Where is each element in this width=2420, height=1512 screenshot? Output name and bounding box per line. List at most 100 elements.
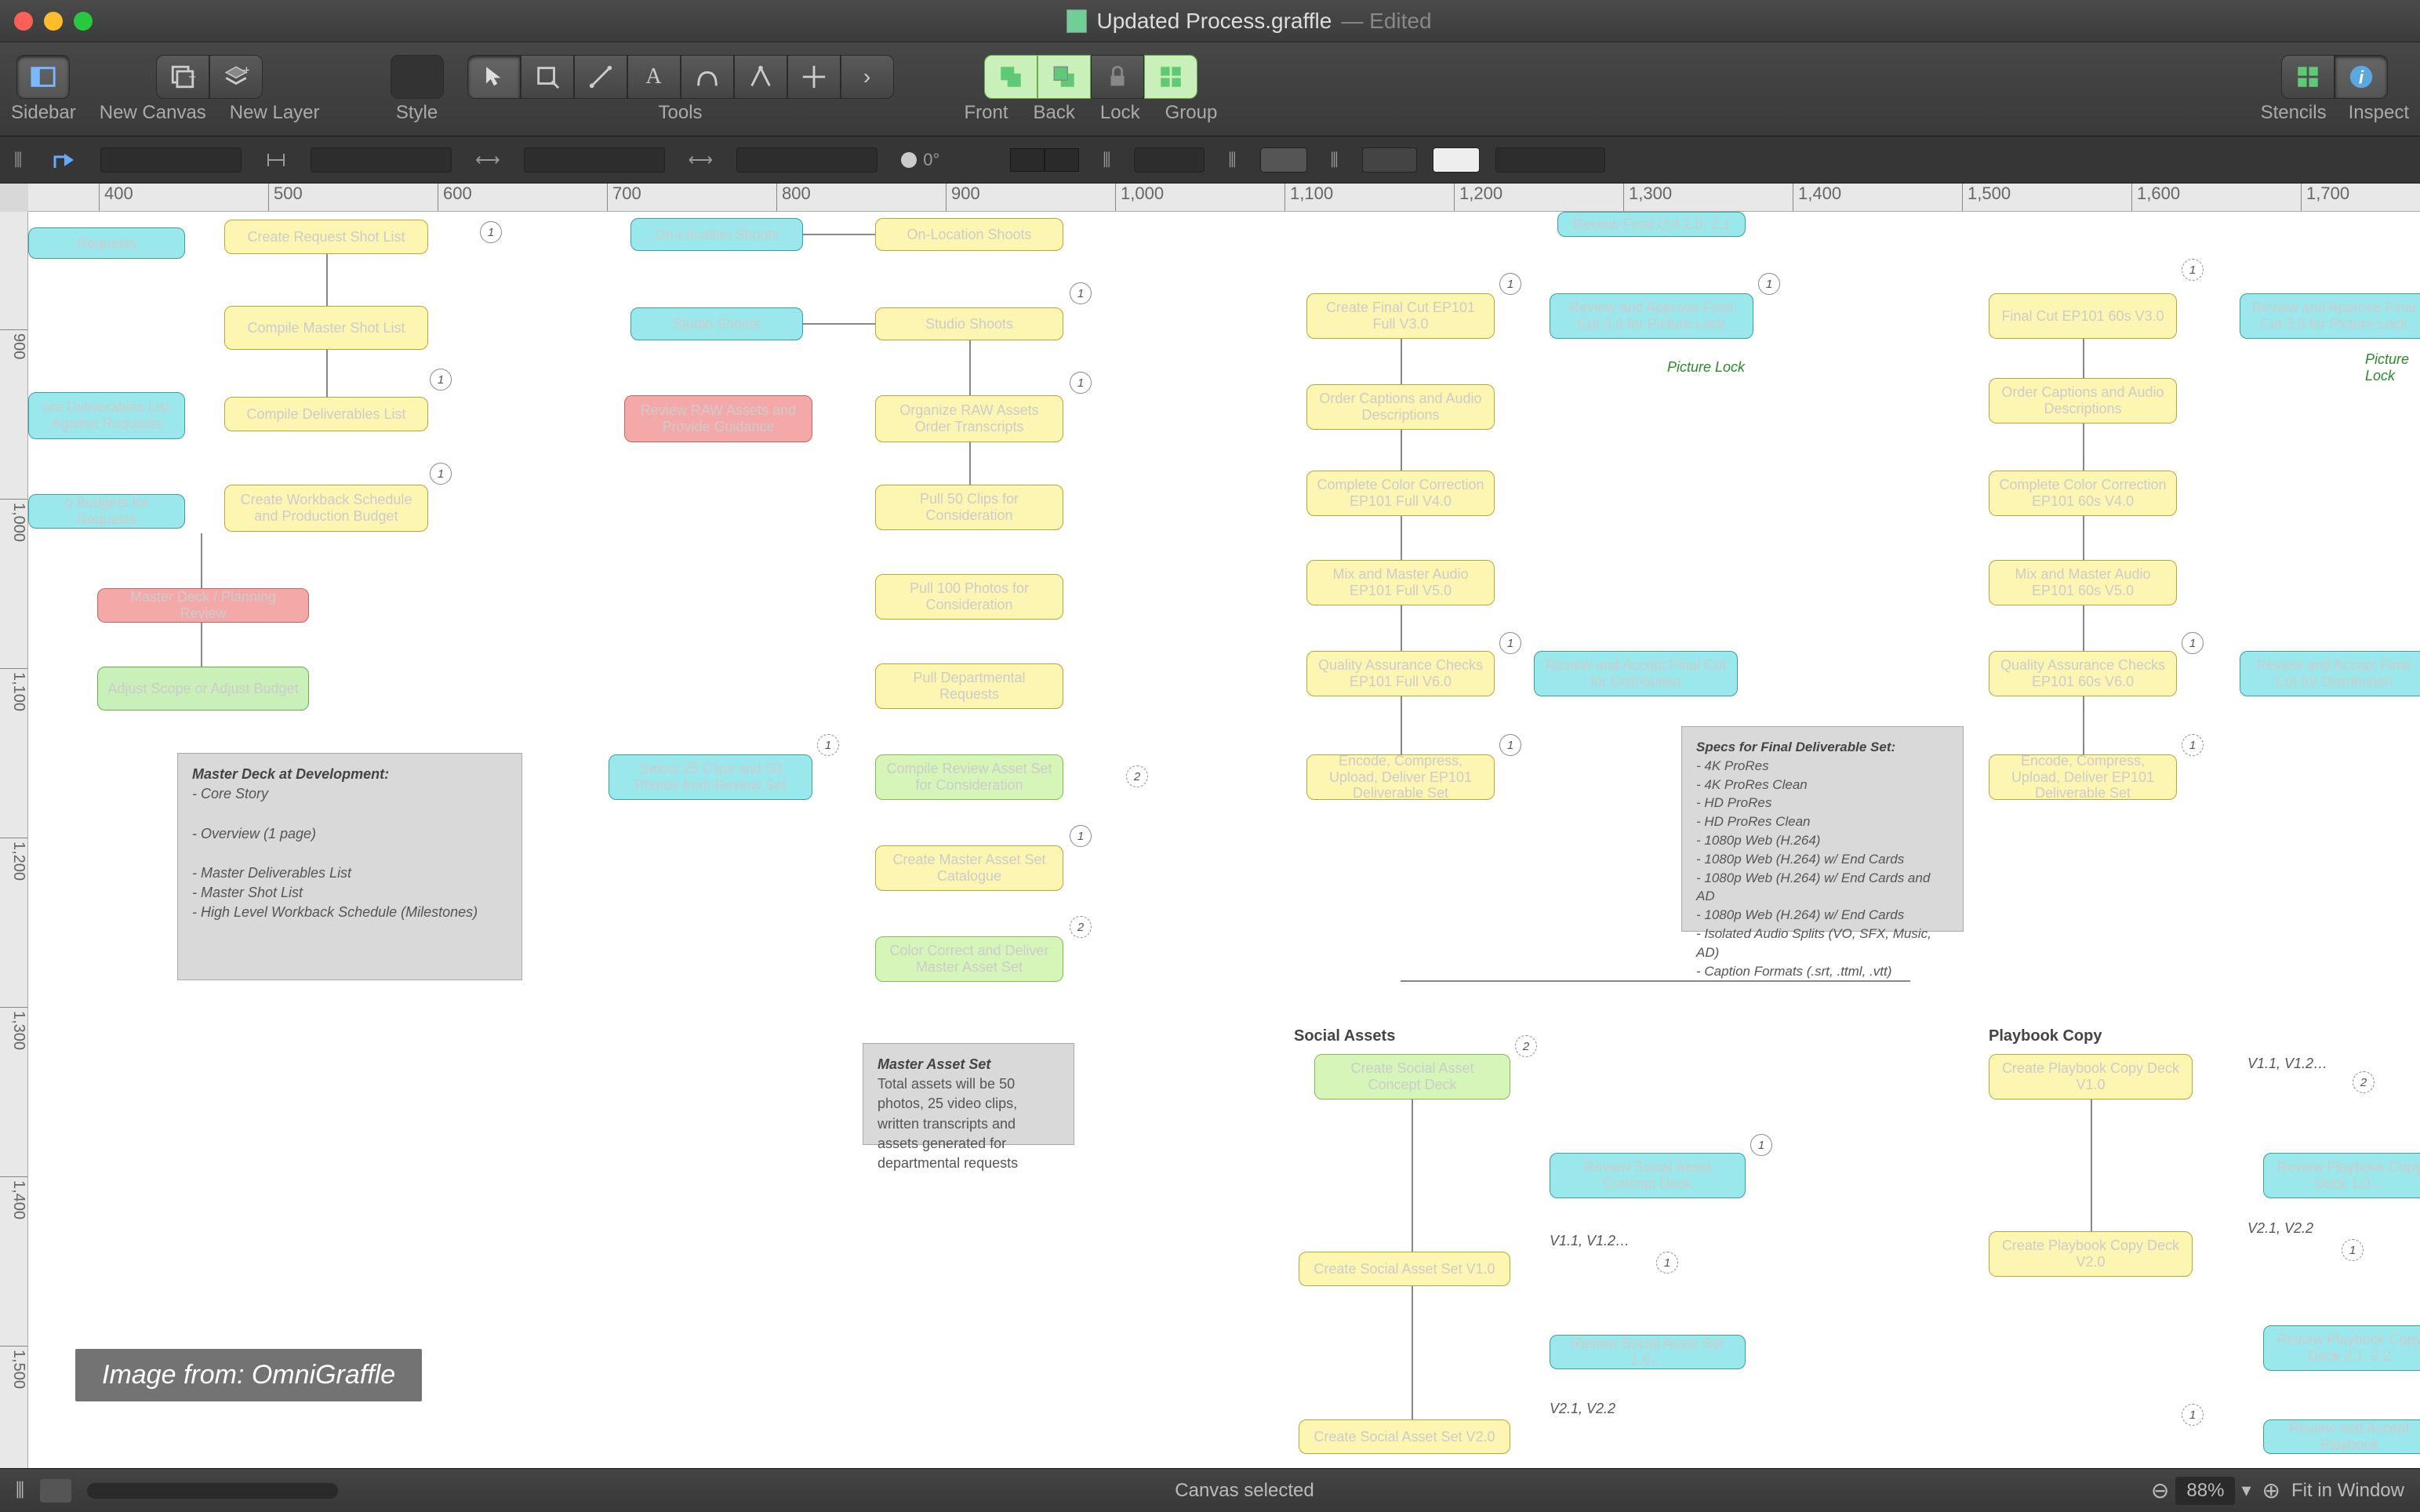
inspect-button[interactable]: i	[2335, 55, 2388, 99]
flow-node[interactable]: Complete Color Correction EP101 Full V4.…	[1306, 471, 1495, 516]
zoom-in-icon[interactable]: ⊕	[2262, 1477, 2280, 1503]
flow-node[interactable]: Organize RAW Assets Order Transcripts	[875, 395, 1063, 442]
flow-node[interactable]: Create Master Asset Set Catalogue	[875, 845, 1063, 891]
line-options[interactable]	[1495, 147, 1605, 173]
text-tool[interactable]: A	[627, 55, 681, 99]
note-master-asset[interactable]: Master Asset Set Total assets will be 50…	[863, 1043, 1074, 1145]
group-button[interactable]	[1144, 55, 1197, 99]
page-thumb[interactable]	[40, 1479, 71, 1503]
flow-node[interactable]: Compile Master Shot List	[224, 306, 428, 350]
flow-node[interactable]: Pull 50 Clips for Consideration	[875, 485, 1063, 530]
flow-node[interactable]: Review Playbook Copy Deck 2.1, 2.2	[2263, 1325, 2420, 1371]
fill-swatch[interactable]	[1260, 147, 1307, 173]
flow-node[interactable]: Review Social Asset Set 1.0…	[1550, 1335, 1746, 1369]
flow-node[interactable]: Review and Accept Final Cut for Distribu…	[2240, 651, 2420, 696]
maximize-icon[interactable]	[74, 12, 93, 31]
sidebar-button[interactable]	[16, 55, 70, 99]
rotation-value: 0°	[923, 150, 939, 170]
flow-node[interactable]: Review and Approve Final Cut 3.0 for Pic…	[1550, 293, 1753, 339]
flow-node[interactable]: Review and Accept Final Cut for Distribu…	[1534, 651, 1738, 696]
flow-node[interactable]: Encode, Compress, Upload, Deliver EP101 …	[1306, 754, 1495, 800]
flow-node[interactable]: Complete Color Correction EP101 60s V4.0	[1989, 471, 2177, 516]
flow-node[interactable]: Compile Review Asset Set for Considerati…	[875, 754, 1063, 800]
height-icon[interactable]: ⟷	[681, 147, 721, 173]
flow-node[interactable]: Create Workback Schedule and Production …	[224, 485, 428, 532]
flow-node[interactable]: Pull Departmental Requests	[875, 663, 1063, 709]
flow-node[interactable]: Create Request Shot List	[224, 220, 428, 254]
select-tool[interactable]	[467, 55, 521, 99]
flow-node[interactable]: Review Final Cut 2.0, 2.1	[1557, 212, 1746, 237]
canvas-scrubber[interactable]	[87, 1483, 338, 1499]
lock-button[interactable]	[1091, 55, 1144, 99]
flow-node[interactable]: Create Social Asset Concept Deck	[1314, 1054, 1510, 1099]
stroke-select[interactable]	[1134, 147, 1205, 173]
flow-node[interactable]: ate Deliverables List Against Requests	[28, 392, 185, 439]
note-master-deck[interactable]: Master Deck at Development: - Core Story…	[177, 753, 522, 980]
minimize-icon[interactable]	[44, 12, 63, 31]
flow-node[interactable]: Pull 100 Photos for Consideration	[875, 574, 1063, 620]
flow-node[interactable]: Quality Assurance Checks EP101 Full V6.0	[1306, 651, 1495, 696]
width-icon[interactable]: ⟷	[467, 147, 508, 173]
flow-node[interactable]: Order Captions and Audio Descriptions	[1989, 378, 2177, 423]
view-mode-icon[interactable]: ⫼	[16, 1480, 24, 1502]
flow-node[interactable]: Create Playbook Copy Deck V2.0	[1989, 1231, 2193, 1277]
new-layer-button[interactable]: +	[209, 55, 263, 99]
flow-node[interactable]: Requests	[28, 227, 185, 259]
flow-node[interactable]: Review Playbook Copy Deck 1.0…	[2263, 1153, 2420, 1198]
distribute-icon[interactable]	[257, 147, 295, 173]
flow-node[interactable]: Create Social Asset Set V1.0	[1299, 1252, 1510, 1286]
flow-node[interactable]: Studio Shoots	[630, 307, 803, 340]
note-specs[interactable]: Specs for Final Deliverable Set: - 4K Pr…	[1681, 726, 1964, 932]
snap-control[interactable]	[45, 147, 85, 173]
flow-node[interactable]: Review RAW Assets and Provide Guidance	[624, 395, 812, 442]
line-tool[interactable]	[574, 55, 627, 99]
flow-node[interactable]: Review Social Asset Concept Deck	[1550, 1153, 1746, 1198]
line-weight[interactable]	[1433, 147, 1480, 173]
flow-node[interactable]: Encode, Compress, Upload, Deliver EP101 …	[1989, 754, 2177, 800]
flow-node[interactable]: Mix and Master Audio EP101 60s V5.0	[1989, 560, 2177, 605]
flow-node[interactable]: Select 25 Clips and 50 Photos from Revie…	[609, 754, 812, 800]
width-select[interactable]	[524, 147, 665, 173]
flip-controls[interactable]	[1010, 148, 1079, 172]
flow-node[interactable]: Final Cut EP101 60s V3.0	[1989, 293, 2177, 339]
flow-node[interactable]: Review and Approve Final Cut 3.0 for Pic…	[2240, 293, 2420, 339]
flow-node[interactable]: On-Location Shoots	[875, 218, 1063, 251]
line-style[interactable]	[1362, 147, 1417, 173]
outline-mode-icon[interactable]: ⫼	[6, 147, 30, 173]
zoom-value[interactable]: 88%	[2175, 1477, 2235, 1505]
close-icon[interactable]	[14, 12, 33, 31]
expand-tools[interactable]: ›	[841, 55, 894, 99]
snap-select[interactable]	[100, 147, 242, 173]
front-button[interactable]	[984, 55, 1037, 99]
flow-node[interactable]: On-Location Shoots	[630, 218, 803, 251]
flow-node[interactable]: Create Playbook Copy Deck V1.0	[1989, 1054, 2193, 1099]
flow-node[interactable]: Compile Deliverables List	[224, 397, 428, 431]
flow-node[interactable]: Create Final Cut EP101 Full V3.0	[1306, 293, 1495, 339]
flow-node[interactable]: Quality Assurance Checks EP101 60s V6.0	[1989, 651, 2177, 696]
crop-tool[interactable]	[787, 55, 841, 99]
new-canvas-button[interactable]: +	[156, 55, 209, 99]
flow-node[interactable]: Create Social Asset Set V2.0	[1299, 1419, 1510, 1454]
flow-node[interactable]: Review and Accept Playbook	[2263, 1419, 2420, 1454]
zoom-out-icon[interactable]: ⊖	[2151, 1477, 2169, 1503]
flow-node[interactable]: Master Deck / Planning Review	[97, 588, 309, 623]
stencils-button[interactable]	[2281, 55, 2335, 99]
flow-node[interactable]: Order Captions and Audio Descriptions	[1306, 384, 1495, 430]
flow-node[interactable]: o Budgets for Requests	[28, 494, 185, 529]
back-label: Back	[1034, 102, 1075, 124]
flow-node[interactable]: Mix and Master Audio EP101 Full V5.0	[1306, 560, 1495, 605]
fit-window-button[interactable]: Fit in Window	[2291, 1480, 2404, 1502]
flow-node[interactable]: Studio Shoots	[875, 307, 1063, 340]
zoom-dropdown-icon[interactable]: ▾	[2241, 1479, 2251, 1502]
pen-tool[interactable]	[681, 55, 734, 99]
point-tool[interactable]	[734, 55, 787, 99]
rotation-knob[interactable]	[901, 152, 917, 168]
back-button[interactable]	[1037, 55, 1091, 99]
flow-node[interactable]: Adjust Scope or Adjust Budget	[97, 667, 309, 711]
shape-tool[interactable]	[521, 55, 574, 99]
style-button[interactable]	[391, 55, 444, 99]
distribute-select[interactable]	[311, 147, 452, 173]
canvas[interactable]: Requests Create Request Shot List 1 Comp…	[28, 212, 2420, 1468]
flow-node[interactable]: Color Correct and Deliver Master Asset S…	[875, 936, 1063, 982]
height-select[interactable]	[736, 147, 878, 173]
